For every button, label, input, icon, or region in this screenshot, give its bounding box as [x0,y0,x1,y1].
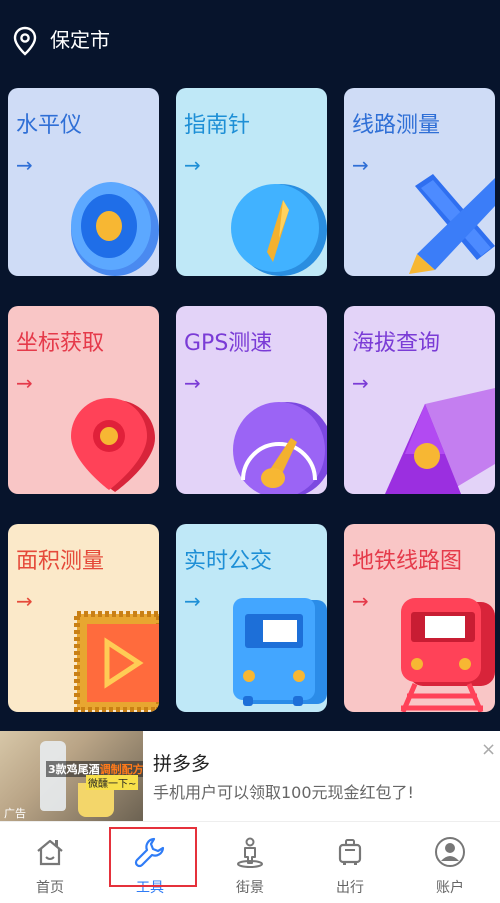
tool-title: 面积测量 [16,549,105,574]
tab-label: 出行 [336,880,364,896]
tool-card-area-measure[interactable]: 面积测量 → [8,524,159,712]
tool-card-bus[interactable]: 实时公交 → [176,524,327,712]
tool-card-altitude[interactable]: 海拔查询 → [344,306,495,494]
speedometer-icon [233,402,327,494]
tab-label: 首页 [36,880,64,896]
bus-icon [233,598,327,706]
arrow-icon: → [16,371,33,395]
tab-travel[interactable]: 出行 [300,822,400,903]
tool-card-coordinate[interactable]: 坐标获取 → [8,306,159,494]
tool-title: 海拔查询 [352,331,441,356]
arrow-icon: → [184,153,201,177]
tool-title: 线路测量 [352,113,441,138]
arrow-icon: → [16,589,33,613]
tool-card-gps-speed[interactable]: GPS测速 → [176,306,327,494]
location-pin-icon[interactable] [12,26,38,56]
ad-banner[interactable]: 3款鸡尾酒调制配方 微醺一下~ 广告 拼多多 手机用户可以领取100元现金红包了… [0,731,500,821]
arrow-icon: → [352,153,369,177]
tab-label: 账户 [436,880,464,896]
header: 保定市 [0,0,500,80]
close-icon[interactable]: × [481,741,496,759]
tool-title: 地铁线路图 [352,549,463,574]
ad-image[interactable]: 3款鸡尾酒调制配方 微醺一下~ 广告 [0,731,143,821]
tool-title: 指南针 [184,113,251,138]
tool-card-route-measure[interactable]: 线路测量 → [344,88,495,276]
arrow-icon: → [352,371,369,395]
tab-label: 街景 [236,880,264,896]
tab-street-view[interactable]: 街景 [200,822,300,903]
ad-title[interactable]: 拼多多 [153,749,210,776]
account-icon [435,837,465,867]
ad-description[interactable]: 手机用户可以领取100元现金红包了! [153,779,414,803]
tool-title: 实时公交 [184,549,273,574]
home-icon [37,839,63,866]
tab-account[interactable]: 账户 [400,822,500,903]
arrow-icon: → [16,153,33,177]
arrow-icon: → [184,371,201,395]
subway-icon [400,598,495,712]
city-name[interactable]: 保定市 [50,27,110,53]
luggage-icon [338,839,362,865]
area-measure-icon [74,611,159,712]
tool-title: 水平仪 [16,113,83,138]
compass-icon [231,184,327,276]
bottom-tab-bar: 首页 工具 街景 出行 账户 [0,821,500,903]
ad-image-subcaption: 微醺一下~ [86,775,139,790]
arrow-icon: → [352,589,369,613]
altitude-mountain-icon [385,388,495,494]
street-view-icon [237,837,263,868]
level-icon [71,182,159,276]
tool-card-compass[interactable]: 指南针 → [176,88,327,276]
tool-title: GPS测速 [184,331,273,356]
tab-home[interactable]: 首页 [0,822,100,903]
arrow-icon: → [184,589,201,613]
active-tab-highlight-box [109,827,197,887]
tool-title: 坐标获取 [16,331,105,356]
coordinate-pin-icon [71,398,155,492]
tool-card-subway[interactable]: 地铁线路图 → [344,524,495,712]
ad-tag: 广告 [4,807,26,820]
route-measure-icon [409,174,495,274]
tool-card-level[interactable]: 水平仪 → [8,88,159,276]
